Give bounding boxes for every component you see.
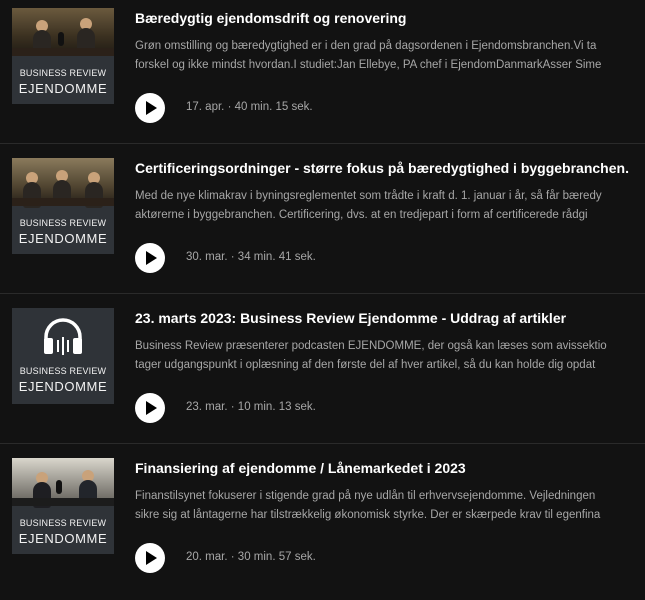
brand-label-bottom: EJENDOMME — [18, 379, 108, 394]
brand-label-top: BUSINESS REVIEW — [19, 518, 107, 528]
meta-separator: · — [227, 401, 238, 413]
episode-row[interactable]: BUSINESS REVIEW EJENDOMME Finansiering a… — [0, 450, 645, 600]
meta-separator: · — [224, 101, 235, 113]
play-icon — [146, 401, 157, 415]
brand-label-top: BUSINESS REVIEW — [19, 366, 107, 376]
episode-duration: 40 min. 15 sek. — [234, 101, 313, 113]
episode-duration: 30 min. 57 sek. — [237, 551, 316, 563]
meta-separator: · — [227, 251, 238, 263]
episode-description-line: forskel og ikke mindst hvordan.I studiet… — [135, 59, 602, 71]
episode-duration: 10 min. 13 sek. — [237, 401, 316, 413]
episode-photo — [12, 8, 114, 56]
episode-meta: 23. mar. · 10 min. 13 sek. — [186, 401, 316, 413]
episode-meta: 30. mar. · 34 min. 41 sek. — [186, 251, 316, 263]
headphones-icon — [44, 318, 82, 355]
episode-meta: 17. apr. · 40 min. 15 sek. — [186, 101, 313, 113]
episode-meta: 20. mar. · 30 min. 57 sek. — [186, 551, 316, 563]
play-button[interactable] — [135, 543, 165, 573]
meta-separator: · — [227, 551, 238, 563]
episode-description-line: Med de nye klimakrav i byningsreglemente… — [135, 190, 602, 202]
brand-label-bottom: EJENDOMME — [18, 81, 108, 96]
episode-thumbnail: BUSINESS REVIEW EJENDOMME — [12, 308, 114, 404]
episode-photo — [12, 458, 114, 508]
episode-photo — [12, 158, 114, 208]
brand-label-top: BUSINESS REVIEW — [19, 218, 107, 228]
play-button[interactable] — [135, 243, 165, 273]
brand-label-bottom: EJENDOMME — [18, 231, 108, 246]
episode-date: 20. mar. — [186, 551, 228, 563]
episode-description-line: tager udgangspunkt i oplæsning af den fø… — [135, 359, 596, 371]
play-button[interactable] — [135, 93, 165, 123]
play-icon — [146, 101, 157, 115]
divider — [0, 293, 645, 294]
episode-row[interactable]: BUSINESS REVIEW EJENDOMME Certificerings… — [0, 150, 645, 300]
brand-label-top: BUSINESS REVIEW — [19, 68, 107, 78]
divider — [0, 143, 645, 144]
episode-date: 17. apr. — [186, 101, 225, 113]
episode-title[interactable]: Certificeringsordninger - større fokus p… — [135, 160, 629, 176]
episode-title[interactable]: 23. marts 2023: Business Review Ejendomm… — [135, 310, 566, 326]
episode-date: 30. mar. — [186, 251, 228, 263]
play-icon — [146, 551, 157, 565]
play-icon — [146, 251, 157, 265]
episode-date: 23. mar. — [186, 401, 228, 413]
episode-description-line: sikre sig at låntagerne har tilstrækkeli… — [135, 509, 601, 521]
play-button[interactable] — [135, 393, 165, 423]
divider — [0, 443, 645, 444]
episode-description-line: Grøn omstilling og bæredygtighed er i de… — [135, 40, 597, 52]
episode-title[interactable]: Finansiering af ejendomme / Lånemarkedet… — [135, 460, 466, 476]
episode-description-line: Finanstilsynet fokuserer i stigende grad… — [135, 490, 596, 502]
episode-description-line: aktørerne i byggebranchen. Certificering… — [135, 209, 588, 221]
episode-title[interactable]: Bæredygtig ejendomsdrift og renovering — [135, 10, 406, 26]
episode-row[interactable]: BUSINESS REVIEW EJENDOMME Bæredygtig eje… — [0, 0, 645, 150]
brand-label-bottom: EJENDOMME — [18, 531, 108, 546]
episode-duration: 34 min. 41 sek. — [237, 251, 316, 263]
episode-description-line: Business Review præsenterer podcasten EJ… — [135, 340, 607, 352]
episode-thumbnail: BUSINESS REVIEW EJENDOMME — [12, 8, 114, 104]
episode-row[interactable]: BUSINESS REVIEW EJENDOMME 23. marts 2023… — [0, 300, 645, 450]
episode-thumbnail: BUSINESS REVIEW EJENDOMME — [12, 458, 114, 554]
episode-thumbnail: BUSINESS REVIEW EJENDOMME — [12, 158, 114, 254]
